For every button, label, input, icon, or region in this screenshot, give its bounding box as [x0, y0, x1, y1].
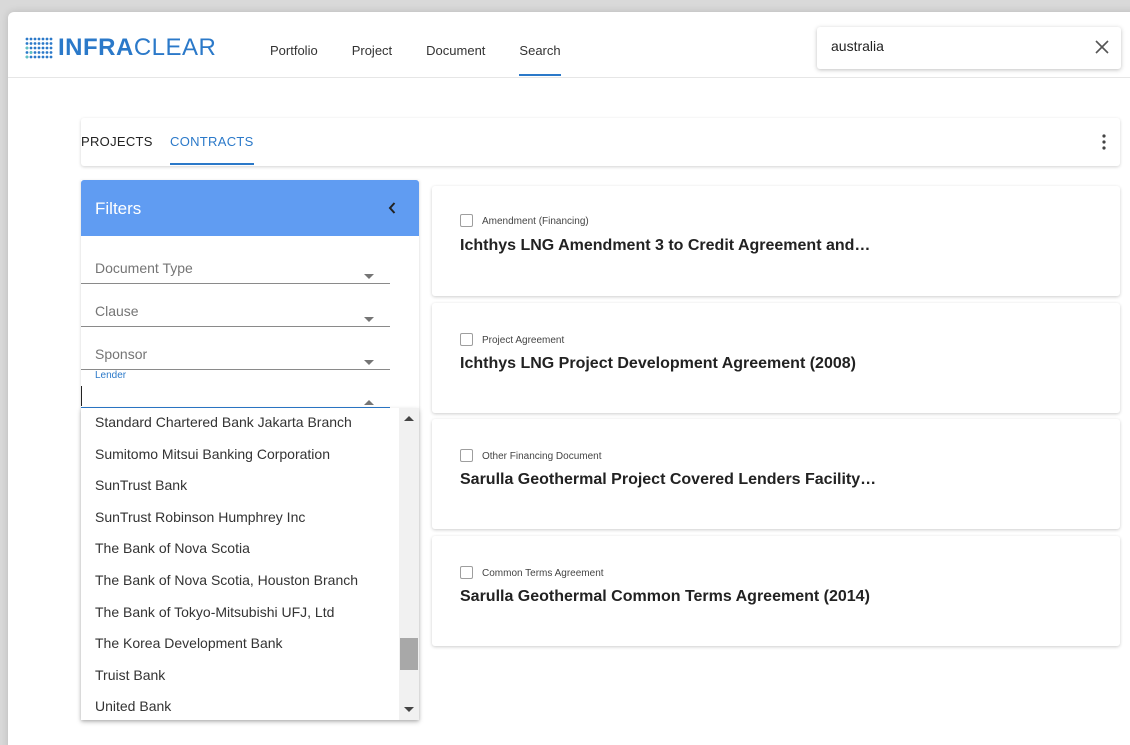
logo-dots-icon — [25, 37, 53, 59]
lender-option[interactable]: The Bank of Nova Scotia, Houston Branch — [81, 566, 399, 598]
close-icon[interactable] — [1093, 38, 1111, 56]
result-card[interactable]: Other Financing Document Sarulla Geother… — [432, 419, 1120, 529]
caret-up-icon[interactable] — [364, 400, 374, 405]
lender-option[interactable]: SunTrust Robinson Humphrey Inc — [81, 503, 399, 535]
caret-down-icon — [364, 360, 374, 365]
lender-option[interactable]: Standard Chartered Bank Jakarta Branch — [81, 408, 399, 440]
lender-option[interactable]: The Bank of Tokyo-Mitsubishi UFJ, Ltd — [81, 598, 399, 630]
result-type: Project Agreement — [482, 335, 565, 346]
result-checkbox[interactable] — [460, 333, 473, 346]
result-checkbox[interactable] — [460, 214, 473, 227]
result-card[interactable]: Project Agreement Ichthys LNG Project De… — [432, 303, 1120, 413]
result-title[interactable]: Ichthys LNG Amendment 3 to Credit Agreem… — [460, 237, 870, 255]
tab-contracts[interactable]: CONTRACTS — [170, 134, 254, 165]
chevron-left-icon[interactable] — [387, 201, 397, 215]
top-navigation-bar: INFRACLEAR Portfolio Project Document Se… — [8, 12, 1130, 78]
lender-label: Lender — [95, 370, 127, 381]
filters-title: Filters — [95, 199, 142, 218]
search-input[interactable] — [831, 38, 1071, 54]
dropdown-scrollbar[interactable] — [399, 408, 419, 720]
scrollbar-thumb[interactable] — [400, 637, 418, 670]
result-card[interactable]: Amendment (Financing) Ichthys LNG Amendm… — [432, 186, 1120, 296]
result-title[interactable]: Ichthys LNG Project Development Agreemen… — [460, 355, 856, 373]
result-type: Other Financing Document — [482, 451, 602, 462]
nav-search[interactable]: Search — [502, 12, 577, 78]
result-card[interactable]: Common Terms Agreement Sarulla Geotherma… — [432, 536, 1120, 646]
nav-document[interactable]: Document — [409, 12, 502, 78]
result-title[interactable]: Sarulla Geothermal Common Terms Agreemen… — [460, 588, 870, 606]
scroll-down-arrow-icon[interactable] — [404, 707, 414, 712]
caret-down-icon — [364, 317, 374, 322]
logo-wordmark: INFRACLEAR — [58, 34, 216, 62]
scroll-up-arrow-icon[interactable] — [404, 416, 414, 421]
logo-text-clear: CLEAR — [133, 34, 217, 61]
filters-panel: Filters Document Type Clause Sponsor Len… — [81, 180, 419, 720]
result-checkbox[interactable] — [460, 566, 473, 579]
result-type: Amendment (Financing) — [482, 216, 589, 227]
logo-text-infra: INFRA — [58, 34, 134, 61]
lender-input[interactable] — [81, 386, 361, 406]
app-window: INFRACLEAR Portfolio Project Document Se… — [8, 12, 1130, 745]
tab-projects[interactable]: PROJECTS — [81, 134, 153, 149]
lender-autocomplete: Lender — [81, 370, 390, 408]
more-vertical-icon[interactable] — [1102, 134, 1106, 150]
lender-option[interactable]: The Korea Development Bank — [81, 629, 399, 661]
lender-option[interactable]: Truist Bank — [81, 661, 399, 693]
lender-options-list: Standard Chartered Bank Jakarta Branch S… — [81, 408, 399, 720]
result-checkbox[interactable] — [460, 449, 473, 462]
nav-portfolio[interactable]: Portfolio — [253, 12, 335, 78]
lender-option[interactable]: SunTrust Bank — [81, 471, 399, 503]
sponsor-select[interactable]: Sponsor — [81, 338, 390, 370]
lender-option[interactable]: The Bank of Nova Scotia — [81, 534, 399, 566]
global-search — [817, 27, 1121, 69]
lender-option[interactable]: United Bank — [81, 692, 399, 720]
clause-label: Clause — [95, 303, 139, 319]
filters-header: Filters — [81, 180, 419, 236]
nav-project[interactable]: Project — [335, 12, 409, 78]
document-type-label: Document Type — [95, 260, 193, 276]
sponsor-label: Sponsor — [95, 346, 148, 362]
lender-option[interactable]: Sumitomo Mitsui Banking Corporation — [81, 440, 399, 472]
results-tabs: PROJECTS CONTRACTS — [81, 118, 1120, 166]
clause-select[interactable]: Clause — [81, 295, 390, 327]
caret-down-icon — [364, 274, 374, 279]
result-title[interactable]: Sarulla Geothermal Project Covered Lende… — [460, 471, 876, 489]
result-type: Common Terms Agreement — [482, 568, 604, 579]
main-nav: Portfolio Project Document Search — [253, 12, 578, 78]
infraclear-logo[interactable]: INFRACLEAR — [24, 34, 216, 62]
lender-options-dropdown: Standard Chartered Bank Jakarta Branch S… — [81, 408, 419, 720]
document-type-select[interactable]: Document Type — [81, 252, 390, 284]
